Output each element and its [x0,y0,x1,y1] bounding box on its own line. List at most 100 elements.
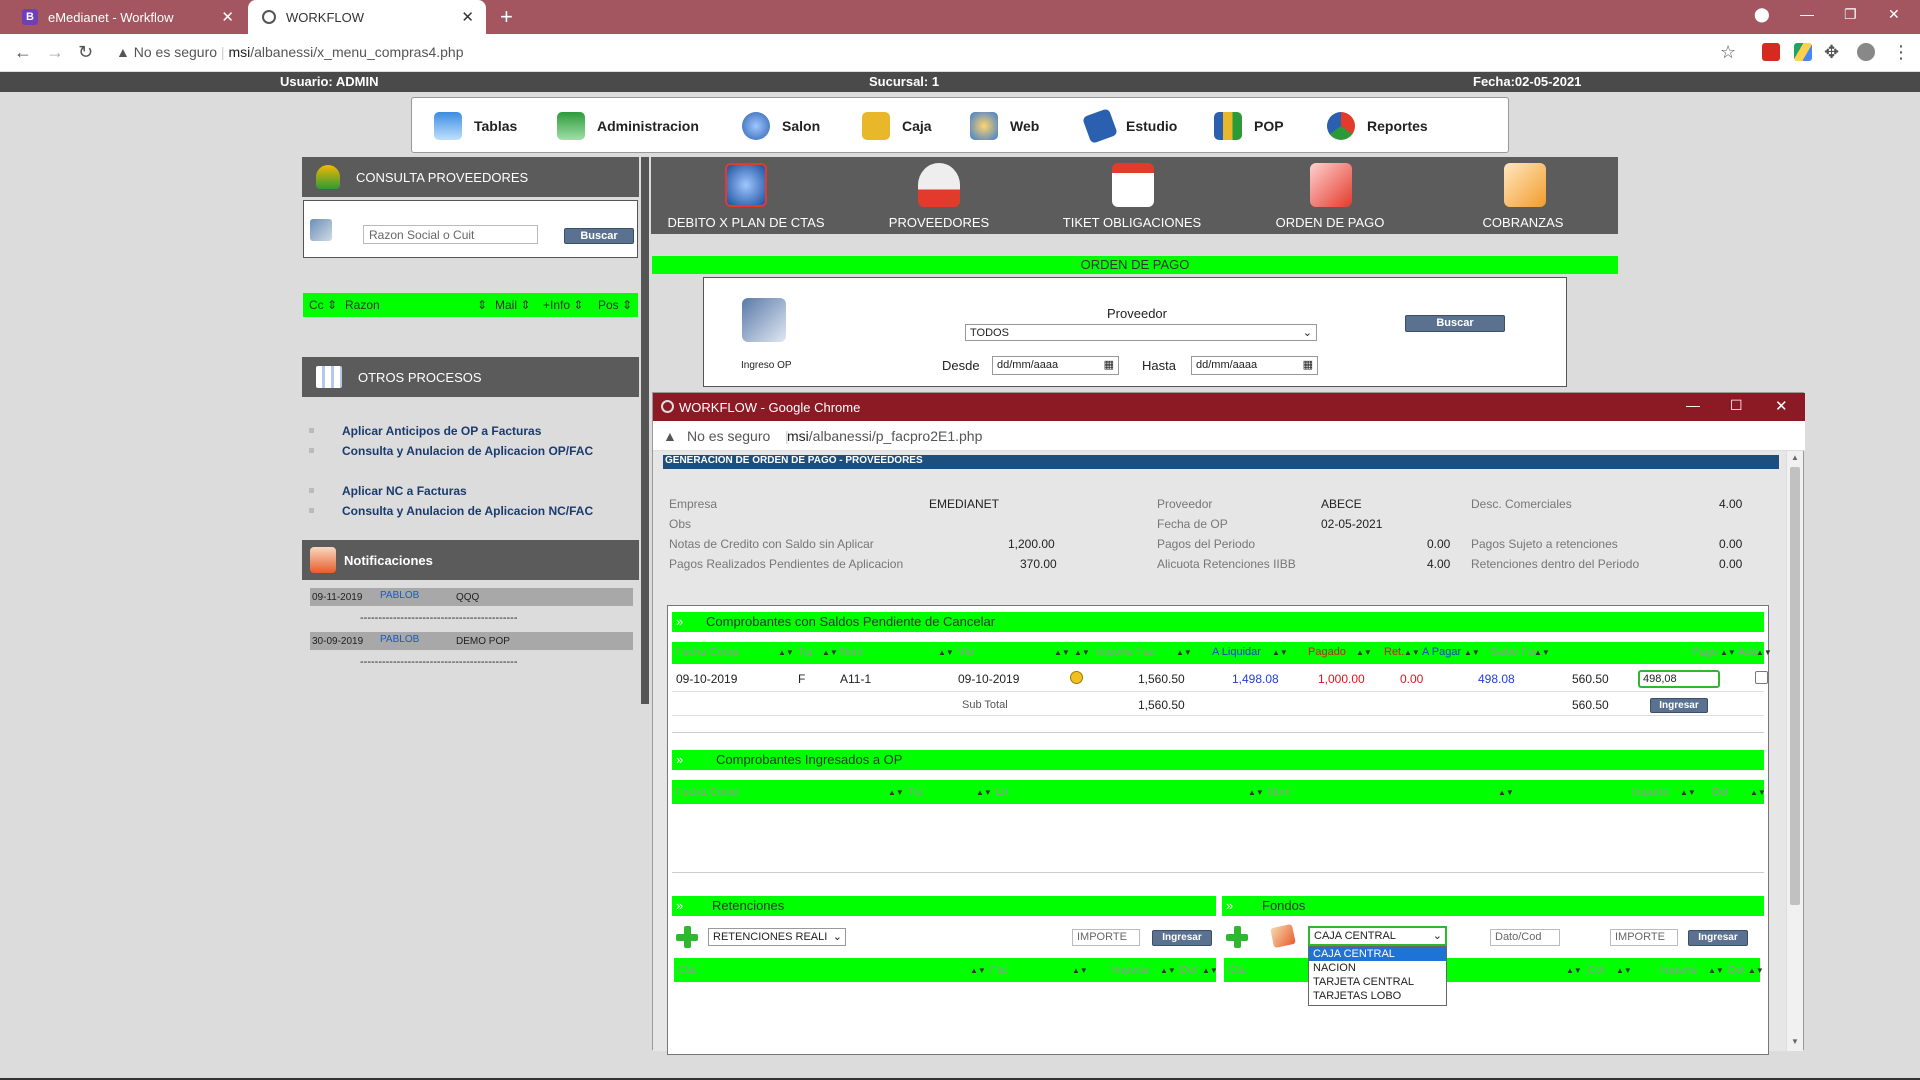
col-ltr[interactable]: Ltr [996,786,1009,798]
sort-icon[interactable]: ▲▼ [1272,648,1288,657]
link-aplicar-anticipos[interactable]: Aplicar Anticipos de OP a Facturas [342,424,541,438]
sort-icon[interactable]: ▲▼ [1680,788,1696,797]
retencion-importe-input[interactable]: IMPORTE [1072,929,1140,946]
menu-pop[interactable]: POP [1214,112,1284,140]
ingresar-fondo-button[interactable]: Ingresar [1688,930,1748,946]
menu-administracion[interactable]: Administracion [557,112,699,140]
link-anulacion-nc-fac[interactable]: Consulta y Anulacion de Aplicacion NC/FA… [342,504,593,518]
sort-icon[interactable]: ▲▼ [1248,788,1264,797]
sort-icon[interactable]: ▲▼ [1566,966,1582,975]
dropdown-option[interactable]: TARJETA CENTRAL [1309,975,1446,989]
tools-icon[interactable] [742,298,786,342]
sort-icon[interactable]: ▲▼ [1176,648,1192,657]
col-cta[interactable]: Cta [1228,964,1245,976]
col-vto[interactable]: Vto [958,646,975,658]
new-tab-button[interactable]: + [500,4,513,30]
expand-icon[interactable]: » [676,614,683,629]
col-importe[interactable]: Importe [1660,964,1697,976]
hasta-date-input[interactable]: dd/mm/aaaa ▦ [1191,356,1318,375]
sort-icon[interactable]: ▲▼ [1356,648,1372,657]
table-row[interactable]: 09-10-2019 F A11-1 09-10-2019 1,560.50 1… [672,666,1768,692]
col-importe[interactable]: Importe [1112,964,1149,976]
col-del[interactable]: Del [1180,964,1197,976]
col-pos[interactable]: Pos ⇕ [598,298,632,312]
col-fecha[interactable]: Fecha Comp [676,646,739,658]
link-aplicar-nc[interactable]: Aplicar NC a Facturas [342,484,467,498]
dato-cod-input[interactable]: Dato/Cod [1490,929,1560,946]
maximize-icon[interactable]: ☐ [1730,397,1743,414]
menu-web[interactable]: Web [970,112,1039,140]
restore-icon[interactable]: ❐ [1844,6,1857,23]
col-importe[interactable]: Importe Fac. [1096,646,1158,658]
menu-dots-icon[interactable]: ⋮ [1892,42,1910,63]
sort-icon[interactable]: ▲▼ [1750,788,1766,797]
col-del[interactable]: Del [1728,964,1745,976]
col-tip[interactable]: Tip [798,646,813,658]
sort-icon[interactable]: ▲▼ [1748,966,1764,975]
sort-icon[interactable]: ▲▼ [1720,648,1736,657]
buscar-proveedor-button[interactable]: Buscar [564,228,634,244]
fondos-select[interactable]: CAJA CENTRAL ⌄ [1308,926,1447,946]
col-add[interactable]: Add [1738,646,1758,658]
close-window-icon[interactable]: ✕ [1888,6,1900,23]
col-del[interactable]: Del [1712,786,1729,798]
col-pago[interactable]: Pago [1692,646,1718,658]
menu-tablas[interactable]: Tablas [434,112,517,140]
col-info[interactable]: +Info ⇕ [543,298,583,312]
sort-icon[interactable]: ▲▼ [970,966,986,975]
retenciones-select[interactable]: RETENCIONES REALI ⌄ [708,928,846,946]
tab-workflow[interactable]: WORKFLOW ✕ [248,0,486,34]
sort-icon[interactable]: ▲▼ [1464,648,1480,657]
close-icon[interactable]: ✕ [461,8,474,26]
sort-icon[interactable]: ▲▼ [888,788,904,797]
col-importe[interactable]: Importe [1632,786,1669,798]
sort-icon[interactable]: ▲▼ [976,788,992,797]
sort-icon[interactable]: ▲▼ [1404,648,1420,657]
sort-icon[interactable]: ▲▼ [1498,788,1514,797]
popup-url[interactable]: msi/albanessi/p_facpro2E1.php [787,428,982,444]
scroll-thumb[interactable] [1790,467,1800,905]
ingresar-retencion-button[interactable]: Ingresar [1152,930,1212,946]
add-fondo-icon[interactable] [1224,924,1250,950]
expand-icon[interactable]: » [676,898,683,913]
col-cc[interactable]: Cc ⇕ [309,298,337,312]
sort-icon[interactable]: ▲▼ [1756,648,1772,657]
sort-icon[interactable]: ▲▼ [1072,966,1088,975]
ingresar-pendientes-button[interactable]: Ingresar [1650,698,1708,713]
dropdown-option[interactable]: NACION [1309,961,1446,975]
pago-input[interactable]: 498,08 [1638,670,1720,688]
col-cot[interactable]: Cot [1588,964,1605,976]
sort-icon[interactable]: ⇕ [477,298,487,312]
buscar-orden-button[interactable]: Buscar [1405,315,1505,332]
profile-avatar[interactable] [1857,43,1875,61]
sort-icon[interactable]: ▲▼ [1616,966,1632,975]
sort-icon[interactable]: ▲▼ [1202,966,1218,975]
cash-icon[interactable] [1270,923,1296,949]
scroll-up-icon[interactable]: ▲ [1791,453,1799,462]
add-retencion-icon[interactable] [674,924,700,950]
sort-icon[interactable]: ▲▼ [1534,648,1550,657]
minimize-icon[interactable]: — [1800,6,1814,22]
sort-icon[interactable]: ▲▼ [822,648,838,657]
col-num[interactable]: Num [1268,786,1291,798]
drive-extension-icon[interactable] [1794,43,1812,61]
col-fac[interactable]: Fac [990,964,1008,976]
url-field[interactable]: ▲ No es seguro | msi/albanessi/x_menu_co… [116,44,463,60]
scroll-down-icon[interactable]: ▼ [1791,1037,1799,1046]
popup-scrollbar[interactable]: ▲ ▼ [1786,451,1803,1051]
bookmark-star-icon[interactable]: ☆ [1720,42,1736,63]
menu-estudio[interactable]: Estudio [1082,108,1177,144]
notif-user[interactable]: PABLOB [380,634,419,645]
col-tip[interactable]: Tip [908,786,923,798]
col-cta[interactable]: Cta [678,964,695,976]
left-scrollbar[interactable] [641,157,649,704]
sort-icon[interactable]: ▲▼ [1708,966,1724,975]
col-num[interactable]: Num [840,646,863,658]
back-icon[interactable]: ← [14,42,32,63]
add-checkbox[interactable] [1755,671,1768,684]
expand-icon[interactable]: » [1226,898,1233,913]
desde-date-input[interactable]: dd/mm/aaaa ▦ [992,356,1119,375]
proveedor-select[interactable]: TODOS ⌄ [965,324,1317,341]
col-fecha[interactable]: Fecha Comp [676,786,739,798]
notif-user[interactable]: PABLOB [380,590,419,601]
